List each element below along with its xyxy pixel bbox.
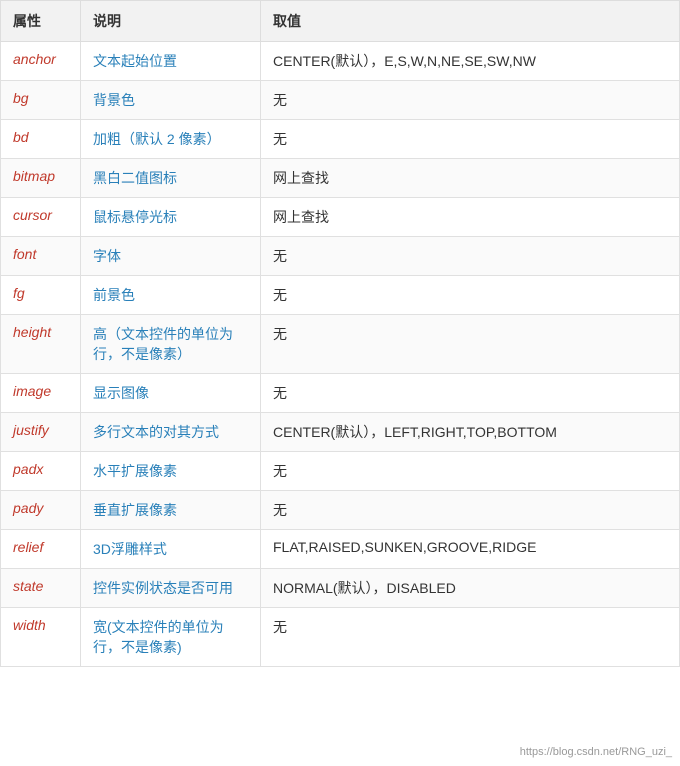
- attr-cell: font: [1, 237, 81, 276]
- watermark: https://blog.csdn.net/RNG_uzi_: [520, 746, 672, 758]
- table-row: anchor文本起始位置CENTER(默认），E,S,W,N,NE,SE,SW,…: [1, 42, 680, 81]
- value-cell: 无: [261, 237, 680, 276]
- header-desc: 说明: [81, 1, 261, 42]
- value-cell: 无: [261, 276, 680, 315]
- value-cell: 无: [261, 452, 680, 491]
- attr-cell: padx: [1, 452, 81, 491]
- attr-cell: justify: [1, 413, 81, 452]
- table-row: padx水平扩展像素无: [1, 452, 680, 491]
- desc-cell: 加粗（默认 2 像素）: [81, 120, 261, 159]
- table-row: height高（文本控件的单位为行，不是像素）无: [1, 315, 680, 374]
- desc-cell: 垂直扩展像素: [81, 491, 261, 530]
- desc-cell: 水平扩展像素: [81, 452, 261, 491]
- value-cell: 无: [261, 120, 680, 159]
- desc-cell: 前景色: [81, 276, 261, 315]
- table-row: bd加粗（默认 2 像素）无: [1, 120, 680, 159]
- desc-cell: 高（文本控件的单位为行，不是像素）: [81, 315, 261, 374]
- value-cell: 无: [261, 315, 680, 374]
- attr-cell: cursor: [1, 198, 81, 237]
- table-header-row: 属性 说明 取值: [1, 1, 680, 42]
- desc-cell: 字体: [81, 237, 261, 276]
- desc-cell: 宽(文本控件的单位为行，不是像素): [81, 608, 261, 667]
- value-cell: CENTER(默认），E,S,W,N,NE,SE,SW,NW: [261, 42, 680, 81]
- attr-cell: width: [1, 608, 81, 667]
- desc-cell: 显示图像: [81, 374, 261, 413]
- value-cell: NORMAL(默认），DISABLED: [261, 569, 680, 608]
- attr-cell: image: [1, 374, 81, 413]
- value-cell: CENTER(默认），LEFT,RIGHT,TOP,BOTTOM: [261, 413, 680, 452]
- header-value: 取值: [261, 1, 680, 42]
- value-cell: 无: [261, 81, 680, 120]
- attr-cell: bd: [1, 120, 81, 159]
- attributes-table: 属性 说明 取值 anchor文本起始位置CENTER(默认），E,S,W,N,…: [0, 0, 680, 667]
- value-cell: FLAT,RAISED,SUNKEN,GROOVE,RIDGE: [261, 530, 680, 569]
- attr-cell: anchor: [1, 42, 81, 81]
- table-row: fg前景色无: [1, 276, 680, 315]
- table-row: font字体无: [1, 237, 680, 276]
- table-row: image显示图像无: [1, 374, 680, 413]
- desc-cell: 背景色: [81, 81, 261, 120]
- value-cell: 网上查找: [261, 198, 680, 237]
- table-row: justify多行文本的对其方式CENTER(默认），LEFT,RIGHT,TO…: [1, 413, 680, 452]
- value-cell: 无: [261, 608, 680, 667]
- value-cell: 无: [261, 491, 680, 530]
- table-row: relief3D浮雕样式FLAT,RAISED,SUNKEN,GROOVE,RI…: [1, 530, 680, 569]
- desc-cell: 文本起始位置: [81, 42, 261, 81]
- attr-cell: bg: [1, 81, 81, 120]
- value-cell: 网上查找: [261, 159, 680, 198]
- attr-cell: fg: [1, 276, 81, 315]
- desc-cell: 鼠标悬停光标: [81, 198, 261, 237]
- desc-cell: 黑白二值图标: [81, 159, 261, 198]
- table-row: cursor鼠标悬停光标网上查找: [1, 198, 680, 237]
- value-cell: 无: [261, 374, 680, 413]
- attr-cell: pady: [1, 491, 81, 530]
- desc-cell: 3D浮雕样式: [81, 530, 261, 569]
- table-row: pady垂直扩展像素无: [1, 491, 680, 530]
- attr-cell: state: [1, 569, 81, 608]
- desc-cell: 控件实例状态是否可用: [81, 569, 261, 608]
- header-attr: 属性: [1, 1, 81, 42]
- attr-cell: relief: [1, 530, 81, 569]
- attr-cell: bitmap: [1, 159, 81, 198]
- table-row: state控件实例状态是否可用NORMAL(默认），DISABLED: [1, 569, 680, 608]
- desc-cell: 多行文本的对其方式: [81, 413, 261, 452]
- table-row: width宽(文本控件的单位为行，不是像素)无: [1, 608, 680, 667]
- table-row: bg背景色无: [1, 81, 680, 120]
- table-row: bitmap黑白二值图标网上查找: [1, 159, 680, 198]
- attr-cell: height: [1, 315, 81, 374]
